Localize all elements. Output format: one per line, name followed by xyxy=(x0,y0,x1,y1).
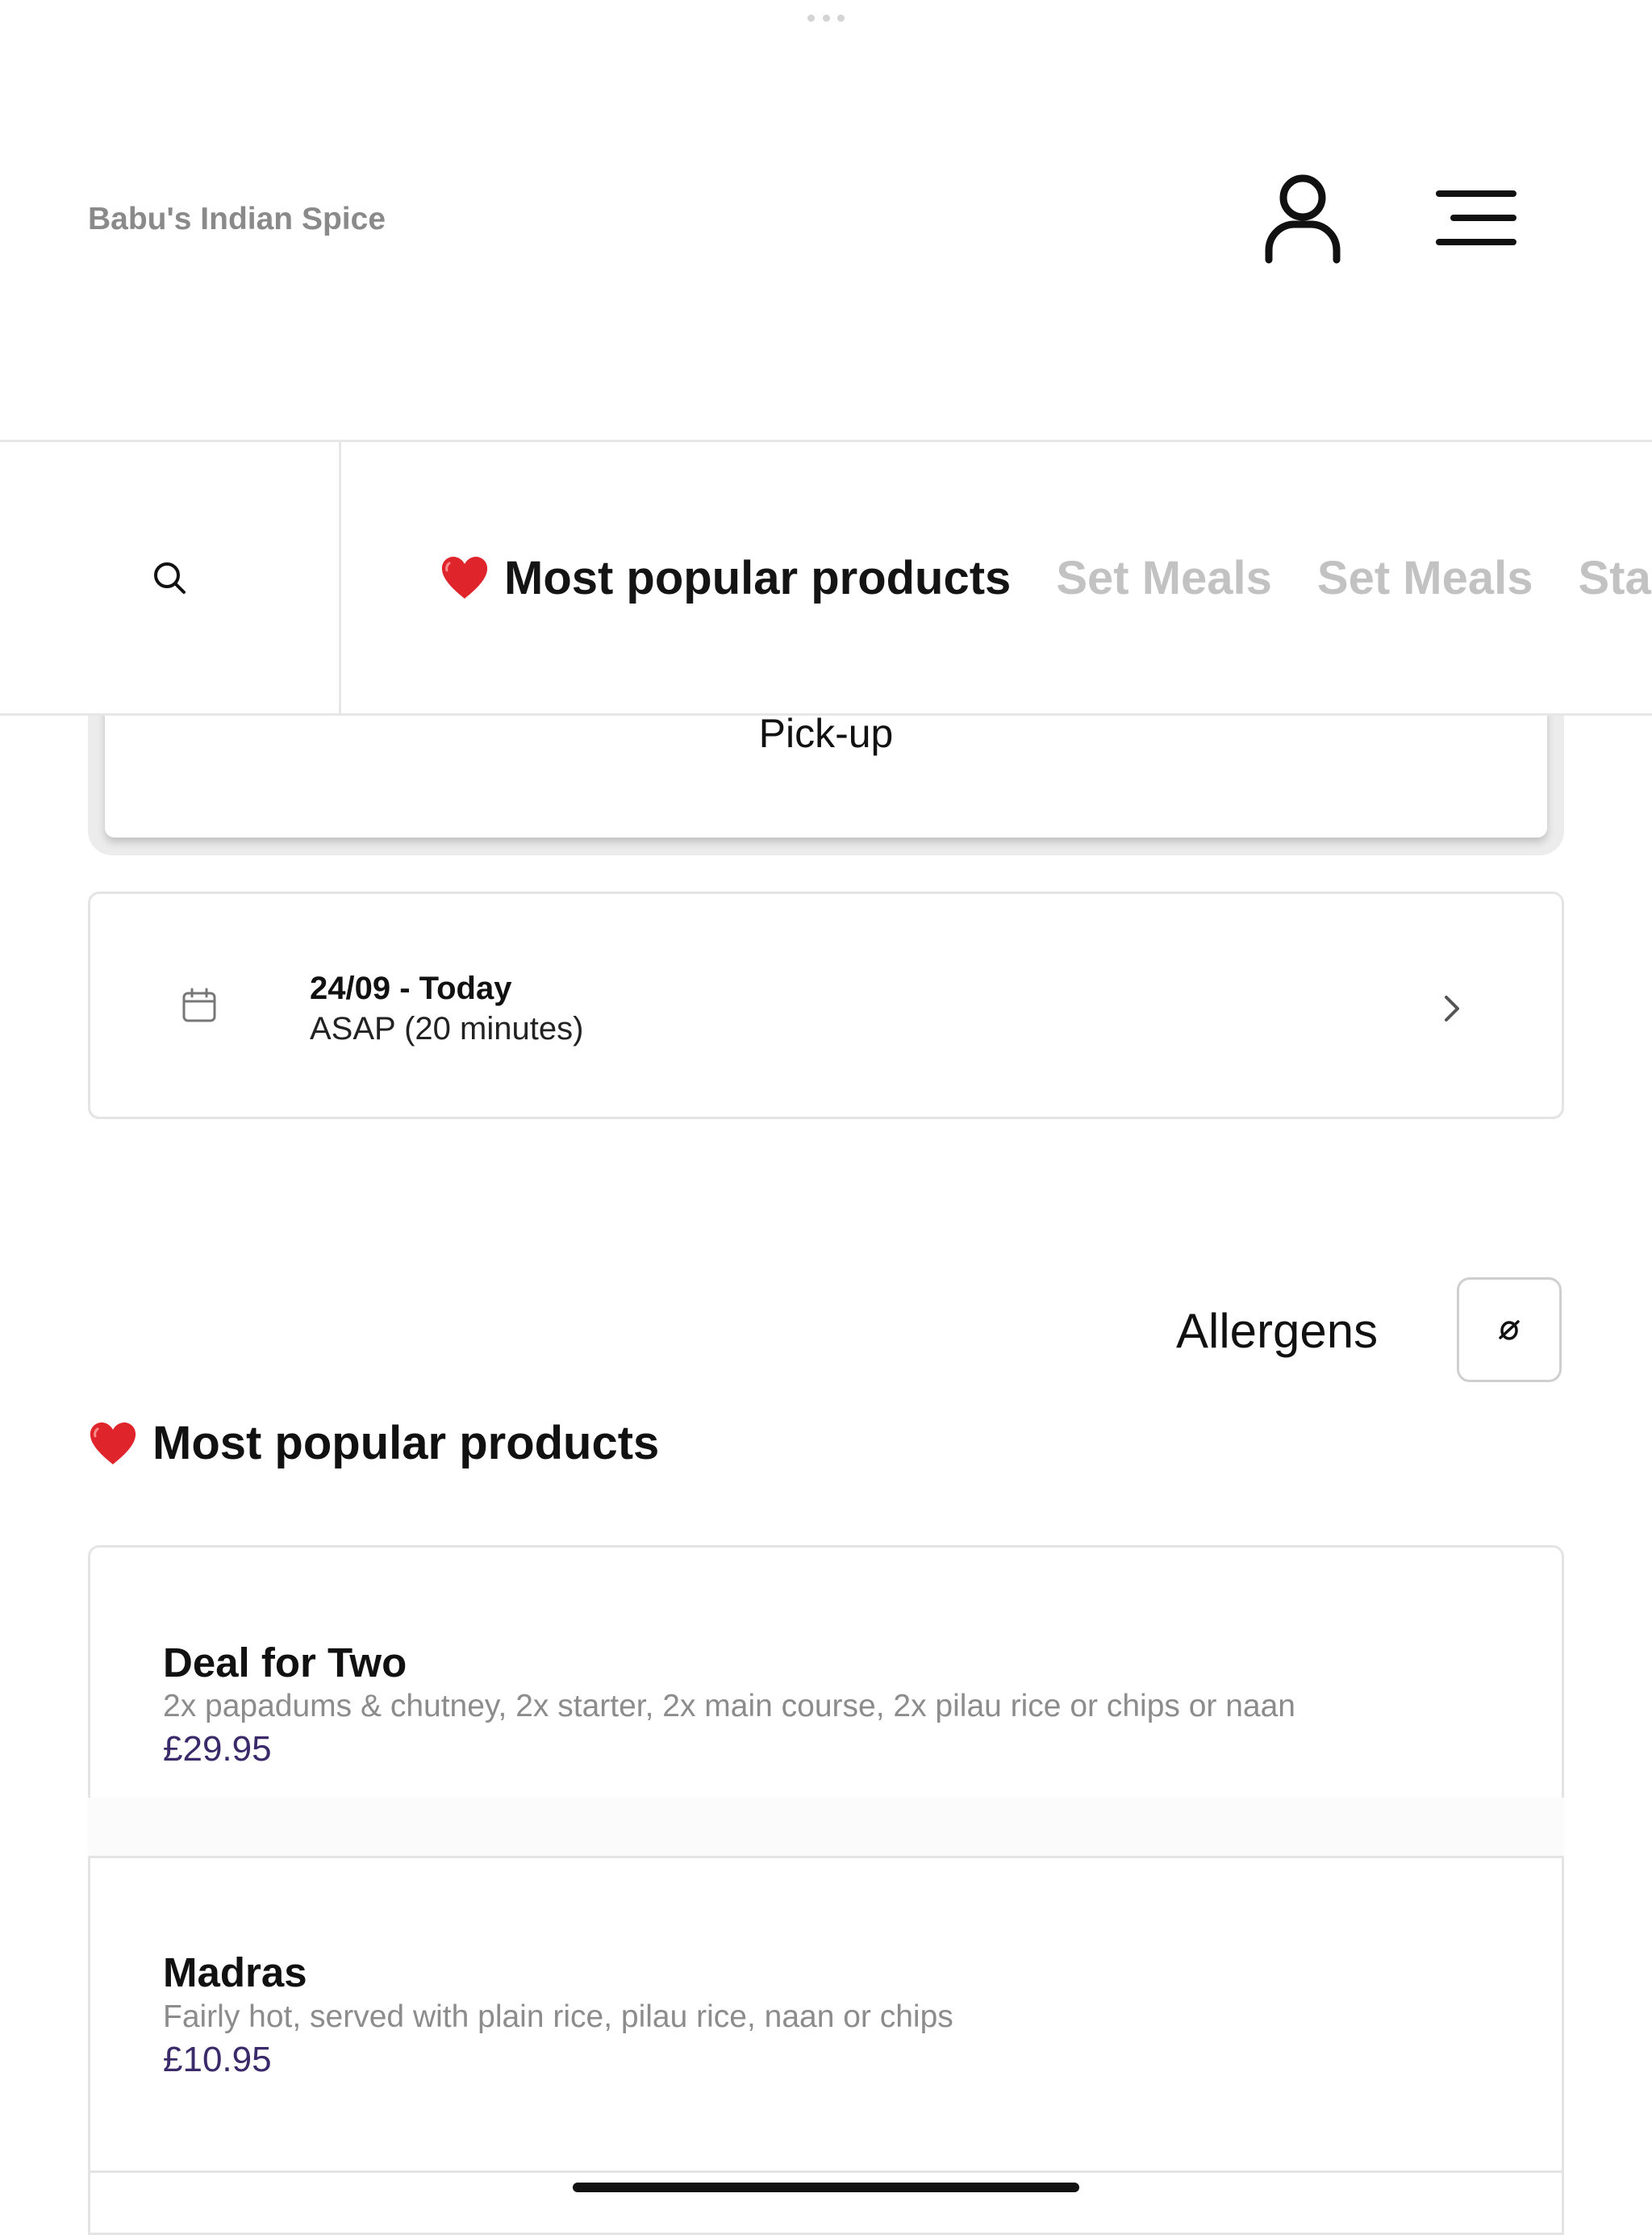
calendar-icon xyxy=(182,988,216,1022)
pickup-label: Pick-up xyxy=(758,711,894,756)
menu-button[interactable] xyxy=(1420,173,1533,262)
heart-icon xyxy=(440,555,490,600)
allergens-button[interactable] xyxy=(1457,1277,1562,1382)
schedule-time: ASAP (20 minutes) xyxy=(310,1011,584,1046)
tab-set-meals-2[interactable]: Set Meals xyxy=(1317,551,1533,605)
category-nav: Most popular products Set Meals Set Meal… xyxy=(0,440,1652,716)
dot xyxy=(822,15,830,22)
product-card[interactable]: Deal for Two 2x papadums & chutney, 2x s… xyxy=(88,1545,1564,1799)
category-tabs: Most popular products Set Meals Set Meal… xyxy=(440,442,1652,713)
tab-most-popular[interactable]: Most popular products xyxy=(440,551,1011,605)
product-price: £29.95 xyxy=(163,1729,272,1769)
product-price: £10.95 xyxy=(163,2040,272,2079)
tab-label: Most popular products xyxy=(504,551,1012,604)
dot xyxy=(807,15,815,22)
section-heading: Most popular products xyxy=(88,1416,659,1470)
allergens-label: Allergens xyxy=(1176,1304,1379,1358)
search-icon xyxy=(154,562,186,594)
section-title: Most popular products xyxy=(152,1417,660,1469)
hamburger-menu-icon xyxy=(1436,190,1516,245)
account-button[interactable] xyxy=(1250,165,1355,270)
home-indicator[interactable] xyxy=(573,2183,1079,2192)
tab-set-meals[interactable]: Set Meals xyxy=(1056,551,1272,605)
product-name: Deal for Two xyxy=(163,1640,407,1686)
product-name: Madras xyxy=(163,1949,307,1995)
schedule-date: 24/09 - Today xyxy=(310,971,512,1006)
multitasking-dots[interactable] xyxy=(807,15,845,23)
allergen-filter-icon xyxy=(1499,1320,1520,1340)
chevron-right-icon xyxy=(1445,996,1459,1021)
product-card[interactable]: Madras Fairly hot, served with plain ric… xyxy=(88,1856,1564,2174)
tab-starters[interactable]: Sta xyxy=(1578,551,1650,605)
dot xyxy=(837,15,845,22)
product-description: Fairly hot, served with plain rice, pila… xyxy=(163,1999,953,2034)
search-button[interactable] xyxy=(0,442,341,713)
user-icon xyxy=(1265,174,1341,264)
schedule-selector[interactable]: 24/09 - Today ASAP (20 minutes) xyxy=(88,892,1564,1119)
restaurant-name[interactable]: Babu's Indian Spice xyxy=(88,202,386,237)
product-card[interactable] xyxy=(88,2170,1564,2235)
product-description: 2x papadums & chutney, 2x starter, 2x ma… xyxy=(163,1689,1295,1723)
heart-icon xyxy=(88,1421,138,1466)
card-divider xyxy=(88,1798,1564,1856)
